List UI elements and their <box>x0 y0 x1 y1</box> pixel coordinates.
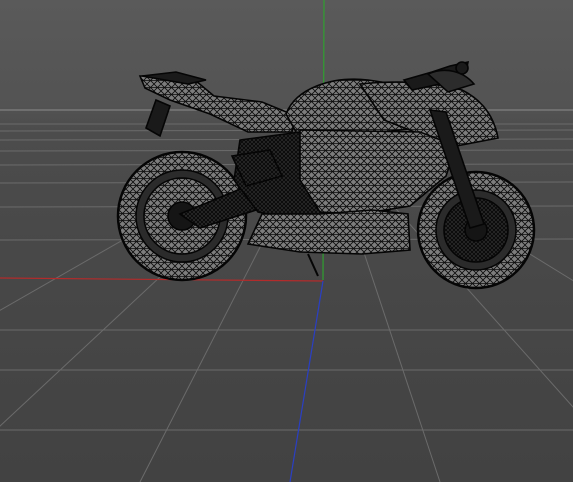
motorcycle-wireframe-model[interactable] <box>116 60 536 290</box>
x-axis-line <box>0 277 324 282</box>
3d-viewport[interactable] <box>0 0 573 482</box>
z-axis-line <box>289 280 324 482</box>
viewport-canvas[interactable] <box>0 0 573 482</box>
kickstand <box>307 253 319 277</box>
belly-pan <box>246 209 411 255</box>
